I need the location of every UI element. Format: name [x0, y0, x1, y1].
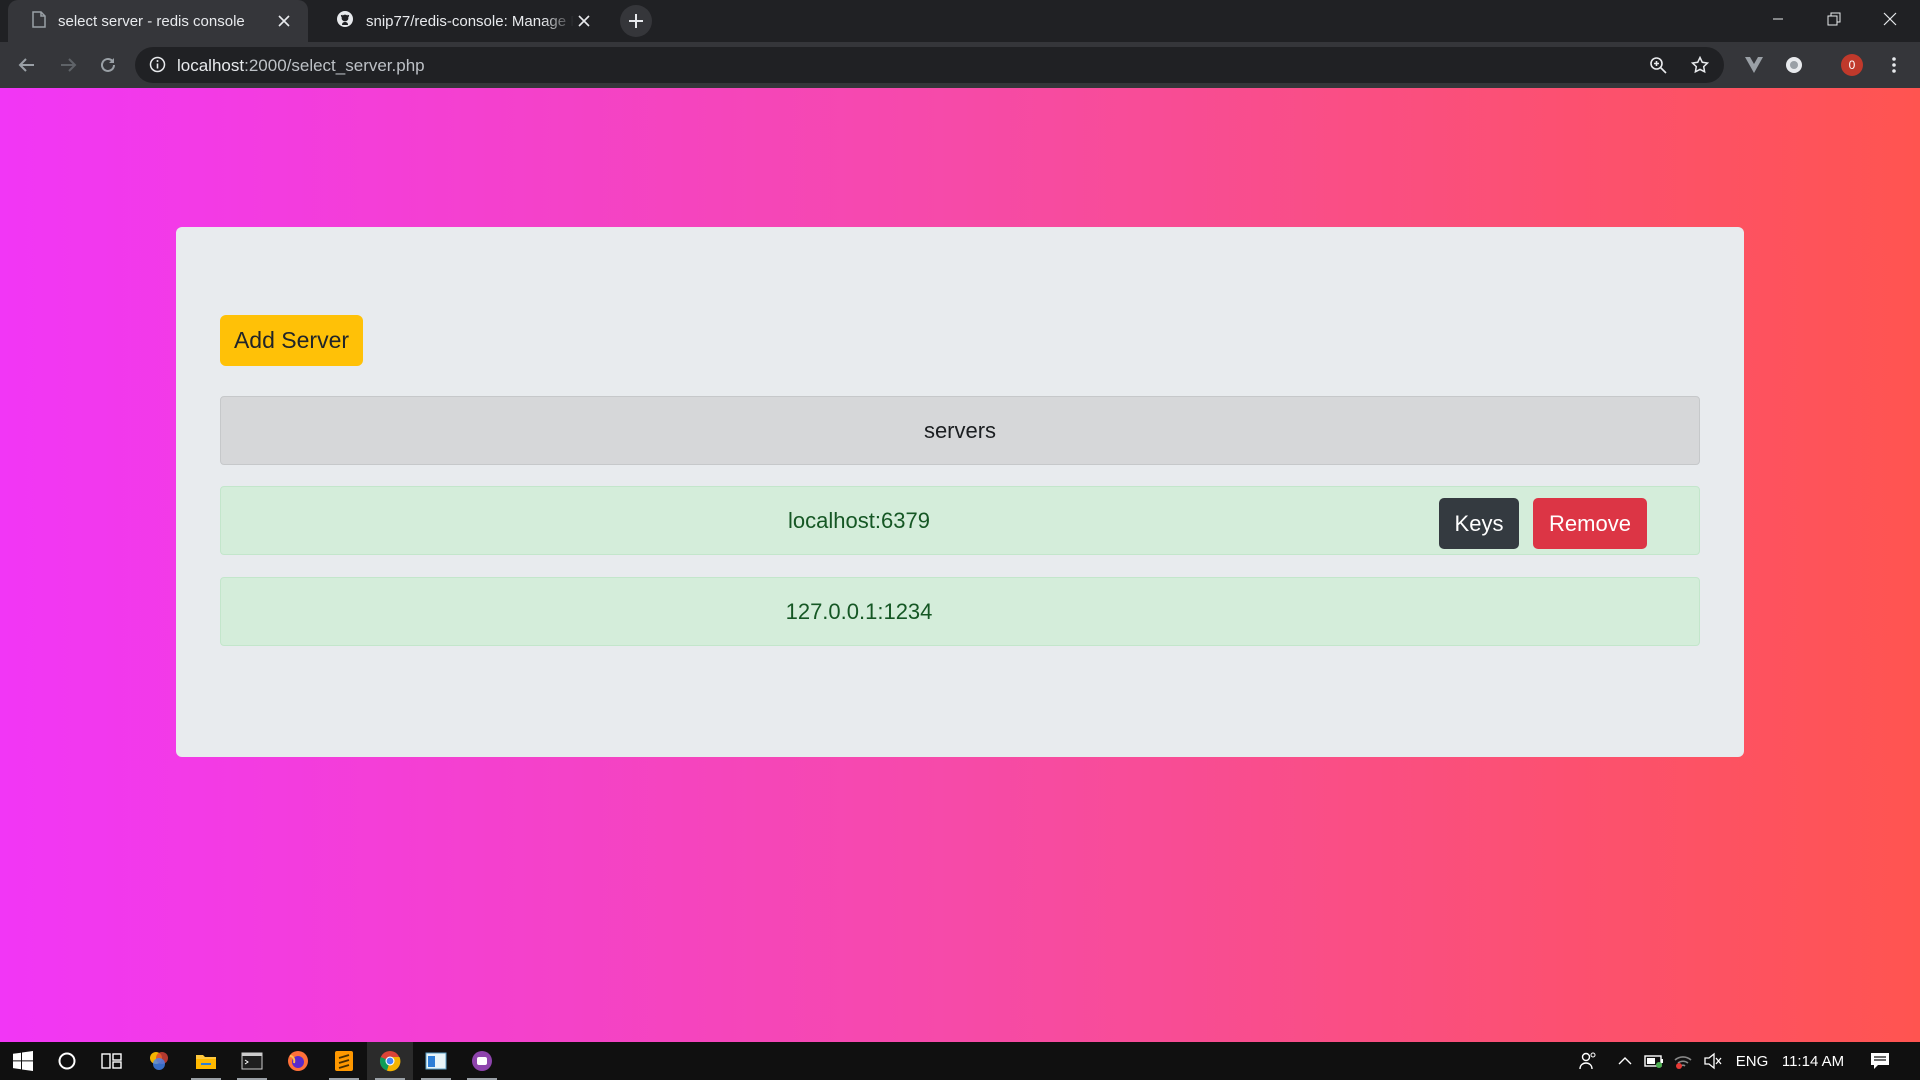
kebab-menu-icon	[1892, 57, 1896, 73]
url-path: :2000/select_server.php	[244, 56, 425, 75]
keys-button[interactable]: Keys	[1439, 498, 1519, 549]
extension-badge[interactable]: 0	[1840, 53, 1864, 77]
server-row[interactable]: localhost:6379 Keys Remove	[220, 486, 1700, 555]
windows-taskbar: ENG 11:14 AM	[0, 1042, 1920, 1080]
minimize-button[interactable]	[1750, 0, 1806, 38]
app-icon	[425, 1052, 447, 1070]
page-icon	[32, 10, 46, 32]
taskbar-app-file-explorer[interactable]	[183, 1042, 229, 1080]
clock[interactable]: 11:14 AM	[1778, 1042, 1848, 1080]
reload-icon	[101, 57, 115, 72]
close-tab-icon[interactable]	[274, 11, 294, 31]
chrome-icon	[379, 1051, 401, 1072]
remove-button[interactable]: Remove	[1533, 498, 1647, 549]
taskbar-app-chrome[interactable]	[367, 1042, 413, 1080]
task-view-icon	[101, 1053, 122, 1069]
people-icon	[1579, 1052, 1596, 1070]
start-button[interactable]	[0, 1042, 46, 1080]
windows-start-icon	[13, 1051, 33, 1071]
add-server-button[interactable]: Add Server	[220, 315, 363, 366]
cortana-icon	[58, 1052, 76, 1070]
address-bar[interactable]: localhost:2000/select_server.php	[135, 47, 1724, 83]
vue-devtools-icon[interactable]	[1742, 53, 1766, 77]
reload-button[interactable]	[92, 49, 124, 81]
new-tab-button[interactable]	[620, 5, 652, 37]
media-icon	[472, 1051, 492, 1071]
bookmark-star-icon[interactable]	[1690, 55, 1710, 75]
file-explorer-icon	[196, 1055, 216, 1069]
taskbar-app-sublime[interactable]	[321, 1042, 367, 1080]
task-view-button[interactable]	[89, 1042, 135, 1080]
browser-toolbar: localhost:2000/select_server.php 0	[0, 42, 1920, 88]
volume-muted-icon[interactable]	[1699, 1042, 1727, 1080]
taskbar-app-window[interactable]	[413, 1042, 459, 1080]
arrow-left-icon	[18, 58, 34, 72]
tab-title: snip77/redis-console: Manage Re	[366, 12, 574, 30]
info-icon[interactable]	[149, 56, 166, 78]
servers-list-header: servers	[220, 396, 1700, 465]
server-row[interactable]: 127.0.0.1:1234	[220, 577, 1700, 646]
arrow-right-icon	[61, 58, 77, 72]
taskbar-app-photos[interactable]	[136, 1042, 182, 1080]
page-viewport: Add Server servers localhost:6379 Keys R…	[0, 88, 1920, 1042]
sublime-icon	[335, 1051, 353, 1071]
url-text: localhost:2000/select_server.php	[177, 56, 425, 76]
tab-github[interactable]: snip77/redis-console: Manage Re	[312, 0, 608, 42]
url-host: localhost	[177, 56, 245, 75]
server-address: localhost:6379	[788, 507, 930, 533]
chrome-menu-button[interactable]	[1882, 53, 1906, 77]
people-button[interactable]	[1572, 1042, 1604, 1080]
action-center-button[interactable]	[1862, 1042, 1898, 1080]
zoom-icon[interactable]	[1648, 55, 1668, 75]
badge-count: 0	[1841, 54, 1863, 76]
github-icon	[336, 10, 354, 32]
language-indicator[interactable]: ENG	[1732, 1042, 1772, 1080]
show-hidden-icons-button[interactable]	[1612, 1042, 1638, 1080]
browser-tab-strip: select server - redis console snip77/red…	[0, 0, 1920, 42]
taskbar-app-terminal[interactable]	[229, 1042, 275, 1080]
server-card: Add Server servers localhost:6379 Keys R…	[176, 227, 1744, 757]
minimize-icon	[1773, 18, 1783, 20]
plus-icon	[629, 14, 643, 28]
restore-button[interactable]	[1806, 0, 1862, 38]
photos-icon	[150, 1052, 168, 1070]
taskbar-app-firefox[interactable]	[275, 1042, 321, 1080]
cortana-button[interactable]	[44, 1042, 90, 1080]
forward-button[interactable]	[52, 49, 84, 81]
taskbar-app-media[interactable]	[459, 1042, 505, 1080]
firefox-icon	[288, 1051, 308, 1071]
extension-circle-icon[interactable]	[1782, 53, 1806, 77]
server-address: 127.0.0.1:1234	[785, 598, 933, 624]
tab-select-server[interactable]: select server - redis console	[8, 0, 308, 42]
close-icon	[1883, 12, 1897, 26]
notification-icon	[1871, 1053, 1889, 1069]
close-window-button[interactable]	[1862, 0, 1918, 38]
close-tab-icon[interactable]	[574, 11, 594, 31]
tab-title: select server - redis console	[58, 12, 245, 30]
battery-icon[interactable]	[1641, 1042, 1667, 1080]
restore-icon	[1827, 12, 1841, 26]
terminal-icon	[241, 1052, 263, 1070]
back-button[interactable]	[11, 49, 43, 81]
chevron-up-icon	[1618, 1057, 1632, 1065]
network-icon[interactable]	[1670, 1042, 1696, 1080]
